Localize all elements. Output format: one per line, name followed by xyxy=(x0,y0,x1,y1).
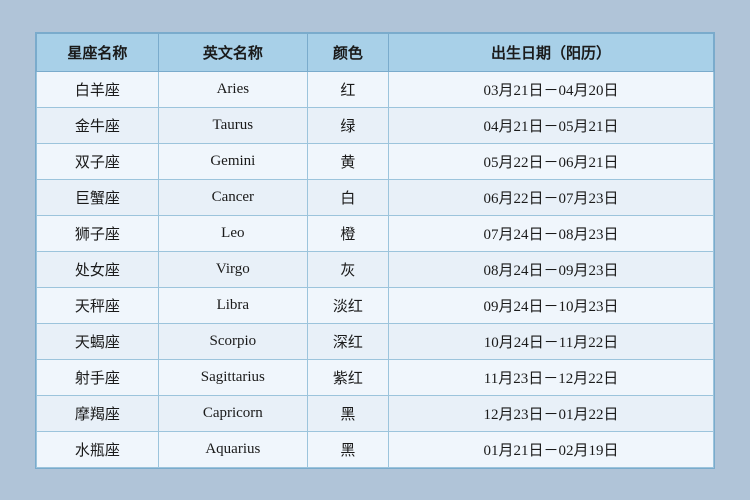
table-row: 水瓶座Aquarius黑01月21日－02月19日 xyxy=(37,431,714,467)
cell-date: 11月23日－12月22日 xyxy=(389,359,714,395)
header-color: 颜色 xyxy=(307,33,388,71)
table-row: 白羊座Aries红03月21日－04月20日 xyxy=(37,71,714,107)
table-row: 狮子座Leo橙07月24日－08月23日 xyxy=(37,215,714,251)
cell-date: 01月21日－02月19日 xyxy=(389,431,714,467)
zodiac-table: 星座名称 英文名称 颜色 出生日期（阳历） 白羊座Aries红03月21日－04… xyxy=(36,33,714,468)
cell-chinese: 双子座 xyxy=(37,143,159,179)
cell-date: 10月24日－11月22日 xyxy=(389,323,714,359)
cell-color: 黑 xyxy=(307,395,388,431)
cell-date: 09月24日－10月23日 xyxy=(389,287,714,323)
cell-english: Aquarius xyxy=(158,431,307,467)
table-row: 双子座Gemini黄05月22日－06月21日 xyxy=(37,143,714,179)
cell-date: 07月24日－08月23日 xyxy=(389,215,714,251)
cell-chinese: 巨蟹座 xyxy=(37,179,159,215)
cell-english: Scorpio xyxy=(158,323,307,359)
zodiac-table-container: 星座名称 英文名称 颜色 出生日期（阳历） 白羊座Aries红03月21日－04… xyxy=(35,32,715,469)
header-date: 出生日期（阳历） xyxy=(389,33,714,71)
table-row: 处女座Virgo灰08月24日－09月23日 xyxy=(37,251,714,287)
table-header-row: 星座名称 英文名称 颜色 出生日期（阳历） xyxy=(37,33,714,71)
cell-color: 黑 xyxy=(307,431,388,467)
cell-english: Libra xyxy=(158,287,307,323)
cell-chinese: 天蝎座 xyxy=(37,323,159,359)
cell-color: 淡红 xyxy=(307,287,388,323)
cell-color: 紫红 xyxy=(307,359,388,395)
cell-english: Cancer xyxy=(158,179,307,215)
cell-date: 12月23日－01月22日 xyxy=(389,395,714,431)
table-row: 巨蟹座Cancer白06月22日－07月23日 xyxy=(37,179,714,215)
cell-chinese: 白羊座 xyxy=(37,71,159,107)
cell-color: 灰 xyxy=(307,251,388,287)
cell-color: 深红 xyxy=(307,323,388,359)
cell-date: 05月22日－06月21日 xyxy=(389,143,714,179)
cell-english: Taurus xyxy=(158,107,307,143)
cell-english: Sagittarius xyxy=(158,359,307,395)
cell-english: Virgo xyxy=(158,251,307,287)
table-row: 金牛座Taurus绿04月21日－05月21日 xyxy=(37,107,714,143)
cell-color: 橙 xyxy=(307,215,388,251)
header-english: 英文名称 xyxy=(158,33,307,71)
cell-english: Gemini xyxy=(158,143,307,179)
cell-english: Capricorn xyxy=(158,395,307,431)
cell-color: 白 xyxy=(307,179,388,215)
cell-date: 03月21日－04月20日 xyxy=(389,71,714,107)
cell-date: 08月24日－09月23日 xyxy=(389,251,714,287)
cell-english: Aries xyxy=(158,71,307,107)
header-chinese: 星座名称 xyxy=(37,33,159,71)
table-row: 摩羯座Capricorn黑12月23日－01月22日 xyxy=(37,395,714,431)
table-row: 天秤座Libra淡红09月24日－10月23日 xyxy=(37,287,714,323)
cell-chinese: 摩羯座 xyxy=(37,395,159,431)
cell-chinese: 天秤座 xyxy=(37,287,159,323)
table-row: 射手座Sagittarius紫红11月23日－12月22日 xyxy=(37,359,714,395)
cell-color: 黄 xyxy=(307,143,388,179)
cell-chinese: 狮子座 xyxy=(37,215,159,251)
cell-color: 绿 xyxy=(307,107,388,143)
cell-english: Leo xyxy=(158,215,307,251)
cell-chinese: 金牛座 xyxy=(37,107,159,143)
cell-chinese: 射手座 xyxy=(37,359,159,395)
cell-color: 红 xyxy=(307,71,388,107)
cell-date: 04月21日－05月21日 xyxy=(389,107,714,143)
cell-date: 06月22日－07月23日 xyxy=(389,179,714,215)
table-row: 天蝎座Scorpio深红10月24日－11月22日 xyxy=(37,323,714,359)
cell-chinese: 水瓶座 xyxy=(37,431,159,467)
cell-chinese: 处女座 xyxy=(37,251,159,287)
